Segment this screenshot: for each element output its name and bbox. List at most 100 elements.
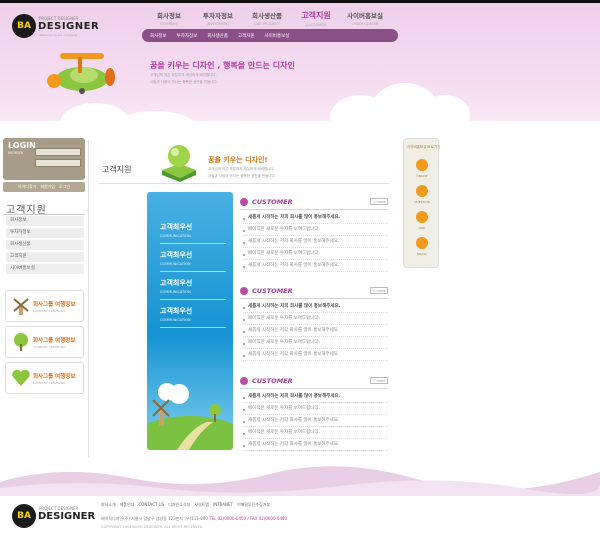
logo-badge: BA: [12, 504, 36, 528]
list-item[interactable]: 새롭게 시작하는 저희 회사를 많이 홍보해주세요.: [243, 349, 388, 361]
list-item[interactable]: 새롭게 시작하는 저희 회사를 많이 홍보해주세요.: [243, 212, 388, 224]
gnb-sublabel: CYBER CENTER: [351, 22, 379, 26]
meadow-illustration: [147, 383, 233, 450]
login-subtitle: MEMBER: [8, 151, 24, 155]
gnb-sublabel: COMPANY: [160, 22, 178, 26]
list-item[interactable]: 베이직한 새로운 투자를 보여드립니다.: [243, 427, 388, 439]
list-item[interactable]: 베이직한 새로운 투자를 보여드립니다.: [243, 224, 388, 236]
gnb-item-product[interactable]: 회사생산품 OUR PRODUCT: [245, 10, 289, 30]
local-nav: 회사정보 투자자정보 회사생산품 고객지원 사이버홍보실: [6, 216, 84, 276]
gnb-item-customer[interactable]: 고객지원 CUSTOMER: [294, 10, 338, 30]
vbanner-item[interactable]: 고객최우선 COMMUNICATION: [160, 222, 226, 244]
intro-line: 고객님의 작은 부분까지 세심하게 배려합니다.: [208, 167, 275, 171]
list-item[interactable]: 베이직한 새로운 투자를 보여드립니다.: [243, 248, 388, 260]
sub-nav-item[interactable]: 회사정보: [150, 33, 167, 39]
gnb-item-cyber[interactable]: 사이버홍보실 CYBER CENTER: [343, 10, 387, 30]
vbanner-subtitle: COMMUNICATION: [160, 318, 191, 322]
list-item[interactable]: 새롭게 시작하는 저희 회사를 많이 홍보해주세요.: [243, 236, 388, 248]
list-item[interactable]: 베이직한 새로운 투자를 보여드립니다.: [243, 313, 388, 325]
password-field[interactable]: [35, 159, 81, 167]
footer-link[interactable]: 이메일무단수집거부: [237, 502, 270, 508]
travel-banner[interactable]: 회사그룹 여행정보 COMPANY TRAVELING: [5, 362, 84, 394]
gnb-item-investment[interactable]: 투자자정보 INVESTMENT: [196, 10, 240, 30]
login-link[interactable]: 로그인: [59, 184, 70, 190]
list-item[interactable]: 새롭게 시작하는 저희 회사를 많이 홍보해주세요.: [243, 415, 388, 427]
footer-link[interactable]: 디자인소식지: [168, 502, 190, 508]
gnb-label: 회사정보: [157, 12, 181, 20]
list-item[interactable]: 베이직한 새로운 투자를 보여드립니다.: [243, 337, 388, 349]
quick-item-magic[interactable]: MAGIC: [408, 237, 436, 256]
footer: BA PROJECT DESIGNER DESIGNER 회사소개 제품안내 C…: [0, 496, 600, 540]
lnb-item[interactable]: 회사정보: [6, 216, 84, 226]
vbanner-subtitle: COMMUNICATION: [160, 262, 191, 266]
footer-links: 회사소개 제품안내 CONTACT US 디자인소식지 사이트맵 INTRANE…: [101, 502, 274, 508]
quick-item-question[interactable]: QUESTION: [408, 185, 436, 204]
footer-link[interactable]: CONTACT US: [138, 502, 164, 508]
lnb-item[interactable]: 투자자정보: [6, 228, 84, 238]
vertical-banner: 고객최우선 COMMUNICATION 고객최우선 COMMUNICATION 고객…: [147, 192, 233, 450]
hero-line: 사람과 사람이 만나는 행복한 공간을 만듭니다.: [150, 80, 218, 84]
logo[interactable]: BA PROJECT DESIGNER DESIGNER Welcome to …: [12, 14, 102, 44]
gnb-label: 투자자정보: [203, 12, 233, 20]
find-id-link[interactable]: 아이디찾기: [18, 184, 36, 190]
vbanner-item[interactable]: 고객최우선 COMMUNICATION: [160, 250, 226, 272]
lnb-item[interactable]: 고객지원: [6, 252, 84, 262]
flower-icon: [240, 198, 248, 206]
footer-logo[interactable]: BA PROJECT DESIGNER DESIGNER: [12, 504, 102, 534]
vbanner-item[interactable]: 고객최우선 COMMUNICATION: [160, 306, 226, 328]
flower-icon: [240, 287, 248, 295]
list-item[interactable]: 베이직한 새로운 투자를 보여드립니다.: [243, 403, 388, 415]
sub-nav-item[interactable]: 사이버홍보실: [265, 33, 290, 39]
cloud: [0, 121, 600, 130]
banner-title: 회사그룹 여행정보: [33, 374, 76, 380]
page-title: 고객지원: [102, 165, 132, 174]
quick-item-link[interactable]: LINK: [408, 211, 436, 230]
banner-subtitle: COMPANY TRAVELING: [33, 309, 66, 313]
footer-link[interactable]: 사이트맵: [194, 502, 209, 508]
vbanner-subtitle: COMMUNICATION: [160, 234, 191, 238]
vbanner-title: 고객최우선: [160, 223, 193, 231]
quick-item-online[interactable]: ONLINE: [408, 159, 436, 178]
id-field[interactable]: [35, 148, 81, 156]
lnb-item[interactable]: 회사생산품: [6, 240, 84, 250]
footer-link[interactable]: 회사소개: [101, 502, 116, 508]
lnb-item[interactable]: 사이버홍보실: [6, 264, 84, 274]
footer-link[interactable]: 제품안내: [120, 502, 135, 508]
signup-link[interactable]: 회원가입: [40, 184, 55, 190]
book-globe-icon: [162, 145, 196, 182]
chat-icon: [416, 159, 428, 171]
logo-badge: BA: [12, 14, 36, 38]
list-item[interactable]: 새롭게 시작하는 저희 회사를 많이 홍보해주세요.: [243, 391, 388, 403]
megaphone-icon: [416, 185, 428, 197]
sub-nav-item[interactable]: 고객지원: [238, 33, 255, 39]
list-item[interactable]: 새롭게 시작하는 저희 회사를 많이 홍보해주세요.: [243, 325, 388, 337]
link-icon: [416, 211, 428, 223]
logo-word: DESIGNER: [38, 21, 100, 32]
travel-banner[interactable]: 회사그룹 여행정보 COMPANY TRAVELING: [5, 326, 84, 358]
footer-link[interactable]: INTRANET: [213, 502, 233, 508]
more-button[interactable]: + more: [370, 377, 388, 384]
footer-address: 베이직디자인(주) 서울시 강남구 삼성동 123번지 (우)111-800 T…: [101, 516, 287, 522]
news-list: 새롭게 시작하는 저희 회사를 많이 홍보해주세요. 베이직한 새로운 투자를 …: [243, 301, 388, 361]
sub-nav-item[interactable]: 투자자정보: [177, 33, 198, 39]
list-item[interactable]: 새롭게 시작하는 저희 회사를 많이 홍보해주세요.: [243, 439, 388, 451]
vbanner-title: 고객최우선: [160, 279, 193, 287]
more-button[interactable]: + more: [370, 287, 388, 294]
banner-title: 회사그룹 여행정보: [33, 302, 76, 308]
vbanner-item[interactable]: 고객최우선 COMMUNICATION: [160, 278, 226, 300]
logo-tagline: Welcome to our company: [39, 33, 78, 37]
banner-title: 회사그룹 여행정보: [33, 338, 76, 344]
list-item[interactable]: 새롭게 시작하는 저희 회사를 많이 홍보해주세요.: [243, 260, 388, 272]
address-text: 베이직디자인(주) 서울시 강남구 삼성동 123번지 (우)111-800: [101, 516, 208, 521]
more-button[interactable]: + more: [370, 198, 388, 205]
hero-title: 꿈을 키우는 디자인 , 행복을 만드는 디자인: [150, 61, 295, 70]
gnb-label: 고객지원: [301, 11, 331, 20]
sub-nav-item[interactable]: 회사생산품: [207, 33, 228, 39]
gnb-item-company[interactable]: 회사정보 COMPANY: [147, 10, 191, 30]
list-item[interactable]: 새롭게 시작하는 저희 회사를 많이 홍보해주세요.: [243, 301, 388, 313]
quick-label: ONLINE: [416, 174, 428, 178]
login-box: LOGIN MEMBER: [3, 138, 85, 180]
divider: [160, 299, 226, 300]
section-title: CUSTOMER: [252, 198, 293, 206]
travel-banner[interactable]: 회사그룹 여행정보 COMPANY TRAVELING: [5, 290, 84, 322]
